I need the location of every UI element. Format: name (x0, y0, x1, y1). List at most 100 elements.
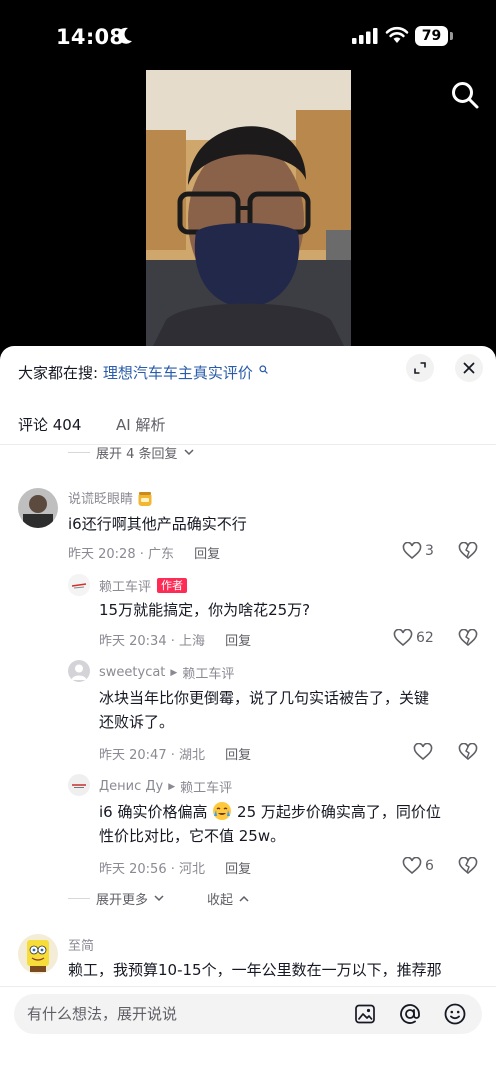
like-count: 3 (425, 543, 434, 559)
reply-to-username[interactable]: 赖工车评 (182, 663, 234, 682)
reply-time: 昨天 20:34 · 上海 (99, 634, 205, 649)
battery-tip (450, 32, 453, 40)
like-count: 62 (416, 630, 434, 646)
expand-more-label: 展开更多 (96, 892, 149, 908)
chevron-down-icon (184, 448, 194, 455)
expand-icon (414, 362, 426, 374)
reply-username[interactable]: sweetycat ▶ 赖工车评 (99, 663, 234, 682)
username-text: 说谎眨眼睛 (68, 492, 134, 507)
like-count: 6 (425, 858, 434, 874)
hot-search-label: 大家都在搜: (18, 364, 99, 382)
broken-heart-icon[interactable] (458, 542, 478, 560)
cartoon-avatar-image (18, 934, 58, 974)
at-icon[interactable] (398, 1002, 422, 1026)
comment-input[interactable] (27, 994, 327, 1034)
like-button[interactable]: 3 (402, 542, 434, 560)
comment-text: i6还行啊其他产品确实不行 (68, 515, 247, 533)
username-text: 赖工车评 (99, 580, 152, 595)
expand-more-replies[interactable]: 展开更多 (68, 888, 164, 908)
comment-text: 赖工，我预算10-15个，一年公里数在一万以下，推荐那 (68, 961, 442, 979)
reply-to-arrow-icon: ▶ (170, 667, 178, 678)
username-text: Денис Ду (99, 779, 164, 794)
tab-ai-analysis[interactable]: AI 解析 (116, 414, 165, 435)
expand-sheet-button[interactable] (406, 354, 434, 382)
reply-button[interactable]: 回复 (225, 634, 251, 649)
comment-meta: 昨天 20:28 · 广东 回复 (68, 543, 220, 562)
search-icon[interactable] (450, 80, 480, 110)
like-button[interactable]: 6 (402, 857, 434, 875)
tab-comments[interactable]: 评论 404 (18, 414, 81, 435)
reply-avatar[interactable] (68, 574, 90, 596)
image-icon[interactable] (353, 1002, 377, 1026)
reply-to-arrow-icon: ▶ (168, 781, 176, 792)
expand-replies-top[interactable]: 展开 4 条回复 (68, 442, 194, 462)
username-text: 至简 (68, 939, 95, 954)
reply-avatar[interactable] (68, 660, 90, 682)
reply-button[interactable]: 回复 (194, 547, 220, 562)
moon-icon (118, 27, 132, 44)
battery-indicator: 79 (415, 26, 448, 46)
reply-to-username[interactable]: 赖工车评 (180, 777, 232, 796)
reply-time: 昨天 20:47 · 湖北 (99, 748, 205, 763)
reply-text-line: 冰块当年比你更倒霉，说了几句实话被告了，关键 (99, 689, 430, 707)
avatar[interactable] (18, 488, 58, 528)
reply-username[interactable]: 赖工车评 作者 (99, 576, 188, 595)
reply-text: i6 确实价格偏高 25 万起步价确实高了，同价位 性价比对比，它不值 25w。 (99, 800, 441, 848)
expand-replies-label: 展开 4 条回复 (96, 446, 178, 462)
cellular-signal-icon (352, 28, 378, 44)
comment-username[interactable]: 至简 (68, 935, 94, 954)
honey-jar-icon (138, 491, 152, 506)
comment-time: 昨天 20:28 · 广东 (68, 547, 174, 562)
heart-icon (413, 743, 433, 761)
close-sheet-button[interactable] (455, 354, 483, 382)
reply-text-line: 还败诉了。 (99, 713, 175, 731)
reply-text-segment: i6 确实价格偏高 (99, 803, 208, 821)
video-player[interactable] (146, 70, 351, 360)
status-bar: 14:08 79 (0, 0, 496, 70)
emoji-icon[interactable] (443, 1002, 467, 1026)
avatar[interactable] (18, 934, 58, 974)
author-badge: 作者 (157, 578, 188, 593)
broken-heart-icon[interactable] (458, 743, 478, 761)
reply-text: 15万就能搞定，你为啥花25万? (99, 601, 311, 619)
heart-icon (402, 857, 422, 875)
input-divider (0, 986, 496, 987)
small-search-icon (259, 365, 268, 374)
reply-meta: 昨天 20:47 · 湖北 回复 (99, 744, 251, 763)
heart-icon (402, 542, 422, 560)
hot-search-term[interactable]: 理想汽车车主真实评价 (103, 364, 253, 382)
collapse-replies[interactable]: 收起 (207, 888, 249, 908)
crying-emoji-icon (213, 802, 232, 820)
chevron-up-icon (239, 895, 249, 902)
reply-meta: 昨天 20:34 · 上海 回复 (99, 630, 251, 649)
comment-sheet: 大家都在搜: 理想汽车车主真实评价 评论 404 AI 解析 展开 4 条回复 (0, 346, 496, 1080)
avatar-image (68, 774, 90, 796)
comment-input-bar (14, 994, 482, 1034)
close-icon (463, 362, 475, 374)
like-button[interactable] (413, 743, 436, 761)
status-time: 14:08 (56, 25, 125, 49)
avatar-image (18, 488, 58, 528)
wifi-icon (385, 26, 409, 43)
reply-username[interactable]: Денис Ду ▶ 赖工车评 (99, 777, 232, 796)
username-text: sweetycat (99, 665, 166, 680)
reply-button[interactable]: 回复 (225, 862, 251, 877)
broken-heart-icon[interactable] (458, 629, 478, 647)
broken-heart-icon[interactable] (458, 857, 478, 875)
comment-username[interactable]: 说谎眨眼睛 (68, 488, 154, 507)
reply-text-segment: 25 万起步价确实高了，同价位 (237, 803, 441, 821)
reply-text-line: 性价比对比，它不值 25w。 (99, 827, 286, 845)
default-avatar-image (68, 660, 90, 682)
chevron-down-icon (154, 894, 164, 901)
like-button[interactable]: 62 (393, 629, 434, 647)
comment-tabs: 评论 404 AI 解析 (0, 410, 496, 446)
divider-dash (68, 897, 90, 899)
reply-avatar[interactable] (68, 774, 90, 796)
reply-text-line: i6 确实价格偏高 25 万起步价确实高了，同价位 (99, 800, 441, 824)
video-frame (146, 70, 351, 360)
collapse-label: 收起 (207, 892, 234, 908)
reply-text: 冰块当年比你更倒霉，说了几句实话被告了，关键 还败诉了。 (99, 686, 429, 734)
heart-icon (393, 629, 413, 647)
hot-search-bar[interactable]: 大家都在搜: 理想汽车车主真实评价 (18, 362, 268, 383)
reply-button[interactable]: 回复 (225, 748, 251, 763)
